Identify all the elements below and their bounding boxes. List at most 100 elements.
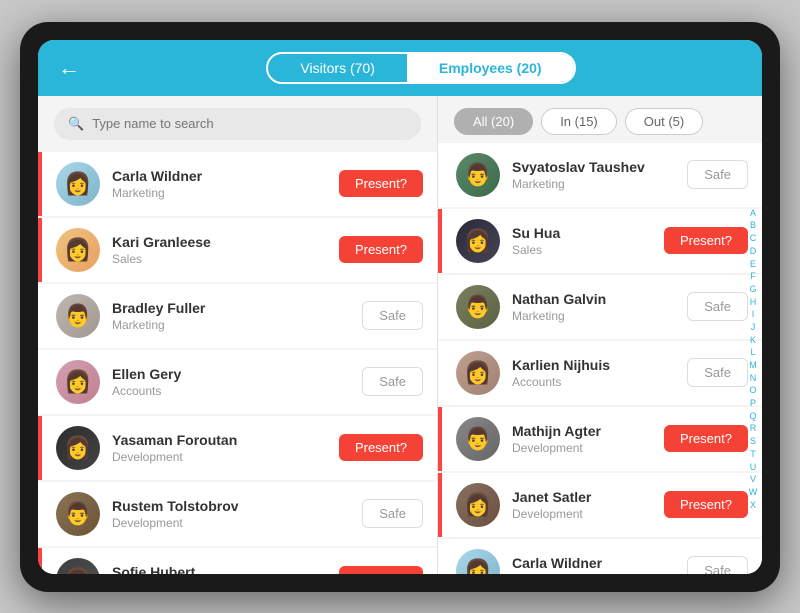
- person-item: 👨Mathijn AgterDevelopmentPresent?: [438, 407, 762, 471]
- search-wrapper: 🔍: [54, 108, 421, 140]
- alpha-letter-o[interactable]: O: [749, 385, 756, 397]
- present-button[interactable]: Present?: [664, 491, 748, 518]
- present-button[interactable]: Present?: [339, 566, 423, 574]
- person-dept: Sales: [112, 252, 339, 266]
- alpha-letter-h[interactable]: H: [750, 297, 757, 309]
- person-info: Carla WildnerMarketing: [112, 168, 339, 200]
- avatar: 👩: [56, 228, 100, 272]
- person-info: Ellen GeryAccounts: [112, 366, 362, 398]
- person-dept: Sales: [512, 243, 664, 257]
- alpha-letter-q[interactable]: Q: [749, 411, 756, 423]
- present-button[interactable]: Present?: [339, 434, 423, 461]
- person-item: 👨 Nathan GalvinMarketingSafe: [438, 275, 762, 339]
- left-panel: 🔍 👩Carla WildnerMarketingPresent?👩Kari G…: [38, 96, 438, 574]
- alpha-letter-p[interactable]: P: [750, 398, 756, 410]
- person-item: 👩Su HuaSalesPresent?: [438, 209, 762, 273]
- safe-button[interactable]: Safe: [362, 499, 423, 528]
- alpha-letter-s[interactable]: S: [750, 436, 756, 448]
- person-info: Rustem Tolstobrov Development: [112, 498, 362, 530]
- person-dept: Marketing: [512, 309, 687, 323]
- person-item: 👩Carla WildnerMarketingPresent?: [38, 152, 437, 216]
- safe-button[interactable]: Safe: [687, 556, 748, 574]
- person-dept: Marketing: [112, 186, 339, 200]
- person-dept: Marketing: [112, 318, 362, 332]
- avatar: 👩: [456, 549, 500, 574]
- tablet-screen: ← Visitors (70) Employees (20) 🔍 👩Carla …: [38, 40, 762, 574]
- person-name: Rustem Tolstobrov: [112, 498, 362, 514]
- back-button[interactable]: ←: [58, 55, 80, 81]
- alpha-letter-u[interactable]: U: [750, 462, 757, 474]
- present-button[interactable]: Present?: [339, 236, 423, 263]
- person-info: Nathan GalvinMarketing: [512, 291, 687, 323]
- alpha-letter-m[interactable]: M: [749, 360, 757, 372]
- alpha-letter-a[interactable]: A: [750, 208, 756, 220]
- alpha-letter-l[interactable]: L: [750, 347, 755, 359]
- alpha-letter-g[interactable]: G: [749, 284, 756, 296]
- alpha-letter-k[interactable]: K: [750, 335, 756, 347]
- person-dept: Accounts: [112, 384, 362, 398]
- person-item: 👩 Kari Granleese SalesPresent?: [38, 218, 437, 282]
- tab-visitors[interactable]: Visitors (70): [268, 54, 406, 82]
- present-button[interactable]: Present?: [664, 227, 748, 254]
- main-content: 🔍 👩Carla WildnerMarketingPresent?👩Kari G…: [38, 96, 762, 574]
- person-name: Sofie Hubert: [112, 564, 339, 574]
- safe-button[interactable]: Safe: [362, 367, 423, 396]
- person-info: Sofie HubertAccounts: [112, 564, 339, 574]
- tab-employees[interactable]: Employees (20): [407, 54, 574, 82]
- avatar: 👩: [56, 360, 100, 404]
- alpha-letter-r[interactable]: R: [750, 423, 757, 435]
- alpha-letter-b[interactable]: B: [750, 220, 756, 232]
- alpha-letter-x[interactable]: X: [750, 500, 756, 512]
- alpha-letter-i[interactable]: I: [752, 309, 755, 321]
- person-info: Svyatoslav TaushevMarketing: [512, 159, 687, 191]
- avatar: 👨: [456, 285, 500, 329]
- person-dept: Accounts: [512, 375, 687, 389]
- tablet-frame: ← Visitors (70) Employees (20) 🔍 👩Carla …: [20, 22, 780, 592]
- alpha-letter-j[interactable]: J: [751, 322, 756, 334]
- alpha-letter-t[interactable]: T: [750, 449, 756, 461]
- person-name: Janet Satler: [512, 489, 664, 505]
- alpha-letter-f[interactable]: F: [750, 271, 756, 283]
- safe-button[interactable]: Safe: [362, 301, 423, 330]
- safe-button[interactable]: Safe: [687, 292, 748, 321]
- person-item: 👩 Janet Satler DevelopmentPresent?: [438, 473, 762, 537]
- avatar: 👨: [456, 417, 500, 461]
- person-name: Karlien Nijhuis: [512, 357, 687, 373]
- avatar: 👩: [456, 483, 500, 527]
- person-item: 👩 Carla Wildner AccountsSafe: [438, 539, 762, 574]
- alpha-letter-c[interactable]: C: [750, 233, 757, 245]
- present-button[interactable]: Present?: [664, 425, 748, 452]
- person-item: 👩Yasaman ForoutanDevelopmentPresent?: [38, 416, 437, 480]
- safe-button[interactable]: Safe: [687, 358, 748, 387]
- person-name: Yasaman Foroutan: [112, 432, 339, 448]
- alpha-letter-w[interactable]: W: [749, 487, 758, 499]
- person-item: 👨Rustem TolstobrovDevelopmentSafe: [38, 482, 437, 546]
- avatar: 👩: [456, 219, 500, 263]
- person-dept: Accounts: [512, 573, 687, 574]
- person-info: Kari Granleese Sales: [112, 234, 339, 266]
- filter-all[interactable]: All (20): [454, 108, 533, 135]
- person-item: 👩 Sofie HubertAccountsPresent?: [38, 548, 437, 574]
- alphabet-sidebar: ABCDEFGHIJKLMNOPQRSTUVWX: [744, 146, 762, 574]
- safe-button[interactable]: Safe: [687, 160, 748, 189]
- alpha-letter-e[interactable]: E: [750, 259, 756, 271]
- alpha-letter-n[interactable]: N: [750, 373, 757, 385]
- header: ← Visitors (70) Employees (20): [38, 40, 762, 96]
- person-dept: Development: [112, 516, 362, 530]
- present-button[interactable]: Present?: [339, 170, 423, 197]
- person-name: Mathijn Agter: [512, 423, 664, 439]
- filter-out[interactable]: Out (5): [625, 108, 703, 135]
- person-name: Carla Wildner: [512, 555, 687, 571]
- alpha-letter-d[interactable]: D: [750, 246, 757, 258]
- avatar: 👨: [56, 294, 100, 338]
- person-info: Carla Wildner Accounts: [512, 555, 687, 574]
- filter-in[interactable]: In (15): [541, 108, 617, 135]
- person-dept: Marketing: [512, 177, 687, 191]
- avatar: 👨: [456, 153, 500, 197]
- person-dept: Development: [512, 507, 664, 521]
- search-input[interactable]: [92, 116, 407, 131]
- alpha-letter-v[interactable]: V: [750, 474, 756, 486]
- avatar: 👩: [56, 558, 100, 574]
- avatar: 👩: [456, 351, 500, 395]
- person-name: Kari Granleese: [112, 234, 339, 250]
